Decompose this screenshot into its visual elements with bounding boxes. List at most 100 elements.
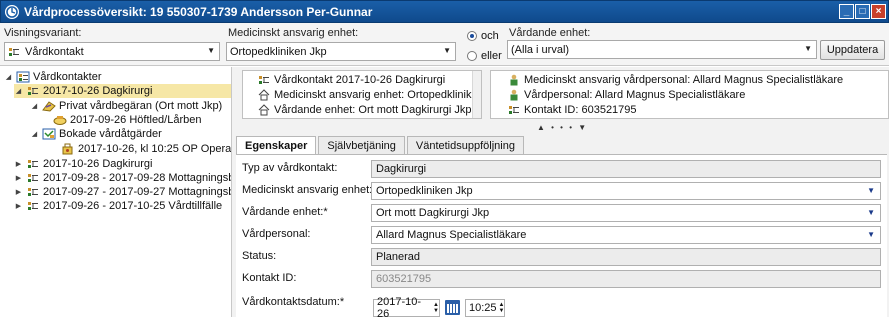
vardande-value: (Alla i urval): [511, 43, 570, 56]
chevron-down-icon: ▼: [443, 46, 451, 55]
update-button[interactable]: Uppdatera: [820, 40, 885, 60]
tree-root-label: Vårdkontakter: [33, 71, 102, 83]
tree-item-label: 2017-09-26 Höftled/Lårben: [70, 114, 202, 126]
datum-field[interactable]: 2017-10-26 ▲ ▼: [373, 296, 440, 317]
summary-scrollbar[interactable]: [472, 71, 481, 118]
med-enhet-form-value: Ortopedkliniken Jkp: [376, 185, 473, 197]
tree-item-vardtillfalle[interactable]: ▶ 2017-09-26 - 2017-10-25 Vårdtillfälle: [14, 199, 222, 213]
status-field: Planerad: [371, 248, 881, 266]
bokade-icon: [42, 128, 56, 140]
radio-dot-selected[interactable]: [467, 31, 477, 41]
vardkontakt-tree: ◢ Vårdkontakter ◢ 2017-10-26 Dagkirurgi …: [0, 67, 232, 317]
summary-box-left: Vårdkontakt 2017-10-26 Dagkirurgi Medici…: [242, 70, 482, 119]
med-enhet-label: Medicinskt ansvarig enhet:: [228, 27, 359, 39]
tab-sjalvbetjaning[interactable]: Självbetjäning: [318, 136, 405, 155]
summary-vardpersonal-text: Vårdpersonal: Allard Magnus Specialistlä…: [524, 89, 746, 101]
collapse-icon[interactable]: ◢: [30, 102, 39, 110]
summary-ansvarig-personal-text: Medicinskt ansvarig vårdpersonal: Allard…: [524, 74, 844, 86]
person-icon: [507, 74, 520, 86]
tree-item-label: Bokade vårdåtgärder: [59, 128, 162, 140]
summary-kontakt-id: Kontakt ID: 603521795: [507, 104, 637, 116]
summary-vardkontakt-text: Vårdkontakt 2017-10-26 Dagkirurgi: [274, 74, 446, 86]
vard-form-label: Vårdande enhet:*: [242, 206, 328, 218]
spinner-arrows-icon[interactable]: ▲ ▼: [499, 302, 505, 314]
home-icon: [257, 89, 270, 101]
collapse-icon[interactable]: ◢: [30, 130, 39, 138]
tree-item-hoftled[interactable]: 2017-09-26 Höftled/Lårben: [50, 113, 201, 127]
collapse-icon[interactable]: ◢: [4, 73, 13, 81]
tree-root[interactable]: ◢ Vårdkontakter: [4, 70, 102, 84]
person-icon: [507, 89, 520, 101]
personal-value: Allard Magnus Specialistläkare: [376, 229, 527, 241]
tab-vantetidsuppfoljning[interactable]: Väntetidsuppföljning: [406, 136, 524, 155]
close-button[interactable]: ×: [871, 4, 886, 19]
typ-label: Typ av vårdkontakt:: [242, 162, 338, 174]
vardande-select[interactable]: (Alla i urval) ▼: [507, 40, 817, 59]
typ-value: Dagkirurgi: [376, 163, 427, 175]
summary-vardpersonal: Vårdpersonal: Allard Magnus Specialistlä…: [507, 89, 745, 101]
tree-item-dagkirurgi-selected[interactable]: ◢ 2017-10-26 Dagkirurgi: [14, 84, 231, 98]
vardkontakt-icon: [26, 186, 40, 198]
tab-egenskaper[interactable]: Egenskaper: [236, 136, 317, 155]
tree-item-mottagning-2[interactable]: ▶ 2017-09-27 - 2017-09-27 Mottagningsbes…: [14, 185, 231, 199]
time-field[interactable]: 10:25 ▲ ▼: [465, 299, 505, 317]
tree-item-dagkirurgi-2[interactable]: ▶ 2017-10-26 Dagkirurgi: [14, 157, 153, 171]
tree-item-mottagning-1[interactable]: ▶ 2017-09-28 - 2017-09-28 Mottagningsbes…: [14, 171, 231, 185]
vardkontakt-icon: [26, 172, 40, 184]
med-enhet-field[interactable]: Ortopedkliniken Jkp ▼: [371, 182, 881, 200]
visningsvariant-value: Vårdkontakt: [25, 45, 84, 58]
tree-item-label: 2017-09-27 - 2017-09-27 Mottagningsbesök: [43, 186, 231, 198]
time-value: 10:25: [469, 302, 497, 314]
radio-och-label: och: [481, 30, 499, 42]
radio-eller[interactable]: eller: [467, 50, 502, 62]
summary-med-enhet-text: Medicinskt ansvarig enhet: Ortopedklinik…: [274, 89, 482, 101]
vardande-label: Vårdande enhet:: [509, 27, 591, 39]
vardbegaran-icon: [42, 100, 56, 112]
vardkontakter-icon: [16, 71, 30, 83]
tree-item-label: 2017-10-26 Dagkirurgi: [43, 85, 153, 97]
visningsvariant-select[interactable]: Vårdkontakt ▼: [4, 42, 220, 61]
radio-dot[interactable]: [467, 51, 477, 61]
window-title: Vårdprocessöversikt: 19 550307-1739 Ande…: [24, 4, 373, 19]
vardande-enhet-field[interactable]: Ort mott Dagkirurgi Jkp ▼: [371, 204, 881, 222]
chevron-down-icon: ▼: [804, 44, 812, 53]
summary-pager[interactable]: ▲ • • • ▼: [537, 123, 588, 132]
tree-item-operation[interactable]: 2017-10-26, kl 10:25 OP Operation: [58, 142, 231, 156]
detail-pane: Vårdkontakt 2017-10-26 Dagkirurgi Medici…: [232, 67, 889, 317]
tree-item-bokade[interactable]: ◢ Bokade vårdåtgärder: [30, 127, 162, 141]
datum-value: 2017-10-26: [377, 296, 422, 317]
summary-vardande: Vårdande enhet: Ort mott Dagkirurgi Jkp: [257, 104, 471, 116]
expand-icon[interactable]: ▶: [14, 188, 23, 196]
vardkontakt-icon: [507, 104, 520, 116]
med-enhet-value: Ortopedkliniken Jkp: [230, 45, 327, 58]
collapse-icon[interactable]: ◢: [14, 87, 23, 95]
chevron-down-icon: ▼: [867, 230, 875, 239]
datum-label: Vårdkontaktsdatum:*: [242, 296, 345, 308]
vardkontakt-icon: [8, 46, 21, 58]
tree-item-label: 2017-09-26 - 2017-10-25 Vårdtillfälle: [43, 200, 223, 212]
vardpersonal-field[interactable]: Allard Magnus Specialistläkare ▼: [371, 226, 881, 244]
diagnosis-icon: [53, 114, 67, 126]
med-enhet-select[interactable]: Ortopedkliniken Jkp ▼: [226, 42, 456, 61]
kontakt-id-field: 603521795: [371, 270, 881, 288]
status-label: Status:: [242, 250, 277, 262]
expand-icon[interactable]: ▶: [14, 160, 23, 168]
med-enhet-form-label: Medicinskt ansvarig enhet:*: [242, 184, 377, 196]
tree-item-vardbegaran[interactable]: ◢ Privat vårdbegäran (Ort mott Jkp): [30, 99, 222, 113]
radio-och[interactable]: och: [467, 30, 499, 42]
typ-field: Dagkirurgi: [371, 160, 881, 178]
app-icon: [5, 4, 19, 19]
summary-med-enhet: Medicinskt ansvarig enhet: Ortopedklinik…: [257, 89, 482, 101]
detail-tabs: Egenskaper Självbetjäning Väntetidsuppfö…: [236, 136, 526, 155]
spinner-arrows-icon[interactable]: ▲ ▼: [433, 302, 439, 314]
summary-vardkontakt: Vårdkontakt 2017-10-26 Dagkirurgi: [257, 74, 445, 86]
status-value: Planerad: [376, 251, 421, 263]
vardkontakt-icon: [26, 158, 40, 170]
expand-icon[interactable]: ▶: [14, 202, 23, 210]
expand-icon[interactable]: ▶: [14, 174, 23, 182]
minimize-button[interactable]: _: [839, 4, 854, 19]
calendar-icon[interactable]: [445, 300, 460, 315]
maximize-button[interactable]: □: [855, 4, 870, 19]
summary-kontakt-id-text: Kontakt ID: 603521795: [524, 104, 637, 116]
tree-item-label: Privat vårdbegäran (Ort mott Jkp): [59, 100, 223, 112]
